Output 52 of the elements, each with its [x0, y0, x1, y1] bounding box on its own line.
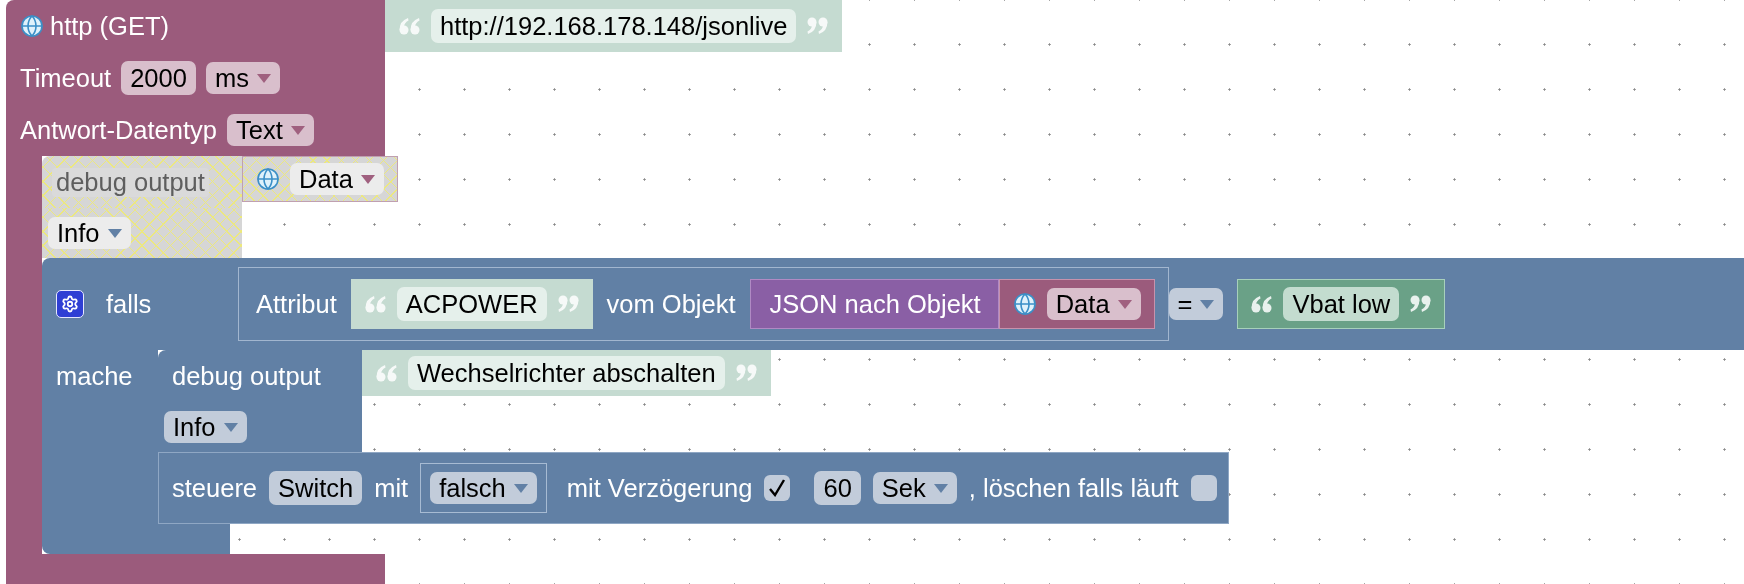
block-label: mit	[374, 473, 409, 503]
close-quote-icon	[1409, 295, 1432, 313]
caret-icon	[256, 73, 271, 83]
block-label: falls	[106, 289, 153, 319]
block-label: JSON nach Objekt	[769, 289, 981, 319]
block-label: vom Objekt	[606, 289, 736, 319]
open-quote-icon	[376, 364, 398, 382]
block-label: http (GET)	[50, 11, 170, 41]
log-level-dropdown[interactable]: Info	[164, 411, 247, 443]
block-label: steuere	[172, 473, 258, 503]
value-dropdown[interactable]: falsch	[430, 472, 537, 504]
block-label: Timeout	[20, 63, 112, 93]
block-label: mit Verzögerung	[566, 473, 753, 503]
text-input[interactable]: Wechselrichter abschalten	[408, 356, 725, 390]
settings-icon[interactable]	[56, 290, 84, 318]
block-label: debug output	[52, 167, 209, 197]
text-input[interactable]: ACPOWER	[396, 287, 547, 321]
caret-icon	[107, 228, 122, 238]
operator-dropdown[interactable]: =	[1168, 288, 1224, 320]
text-input[interactable]: http://192.168.178.148/jsonlive	[431, 9, 797, 43]
timeout-field[interactable]: 2000	[121, 61, 196, 95]
delay-field[interactable]: 60	[814, 471, 861, 505]
caret-icon	[290, 125, 305, 135]
caret-icon	[1117, 299, 1132, 309]
block-label: debug output	[172, 361, 321, 391]
block-label: Antwort-Datentyp	[20, 115, 217, 145]
block-label: Attribut	[256, 289, 337, 319]
close-quote-icon	[806, 17, 829, 35]
check-icon	[768, 479, 787, 497]
open-quote-icon	[1251, 295, 1274, 313]
type-dropdown[interactable]: Text	[227, 114, 314, 146]
open-quote-icon	[364, 295, 387, 313]
clear-checkbox[interactable]	[1190, 475, 1217, 501]
caret-icon	[513, 483, 528, 493]
close-quote-icon	[734, 364, 757, 382]
caret-icon	[223, 422, 238, 432]
unit-dropdown[interactable]: Sek	[872, 472, 957, 504]
text-input[interactable]: Vbat low	[1283, 287, 1400, 321]
caret-icon	[933, 483, 948, 493]
globe-icon	[256, 167, 280, 191]
caret-icon	[360, 174, 375, 184]
globe-icon	[1012, 292, 1037, 316]
globe-icon	[20, 14, 44, 38]
caret-icon	[1200, 299, 1215, 309]
block-label: , löschen falls läuft	[968, 473, 1179, 503]
object-field[interactable]: Switch	[269, 471, 363, 505]
block-label: mache	[56, 362, 134, 391]
delay-checkbox[interactable]	[764, 475, 791, 501]
open-quote-icon	[399, 17, 421, 35]
variable-dropdown[interactable]: Data	[1046, 288, 1141, 320]
close-quote-icon	[556, 295, 579, 313]
unit-dropdown[interactable]: ms	[205, 62, 280, 94]
